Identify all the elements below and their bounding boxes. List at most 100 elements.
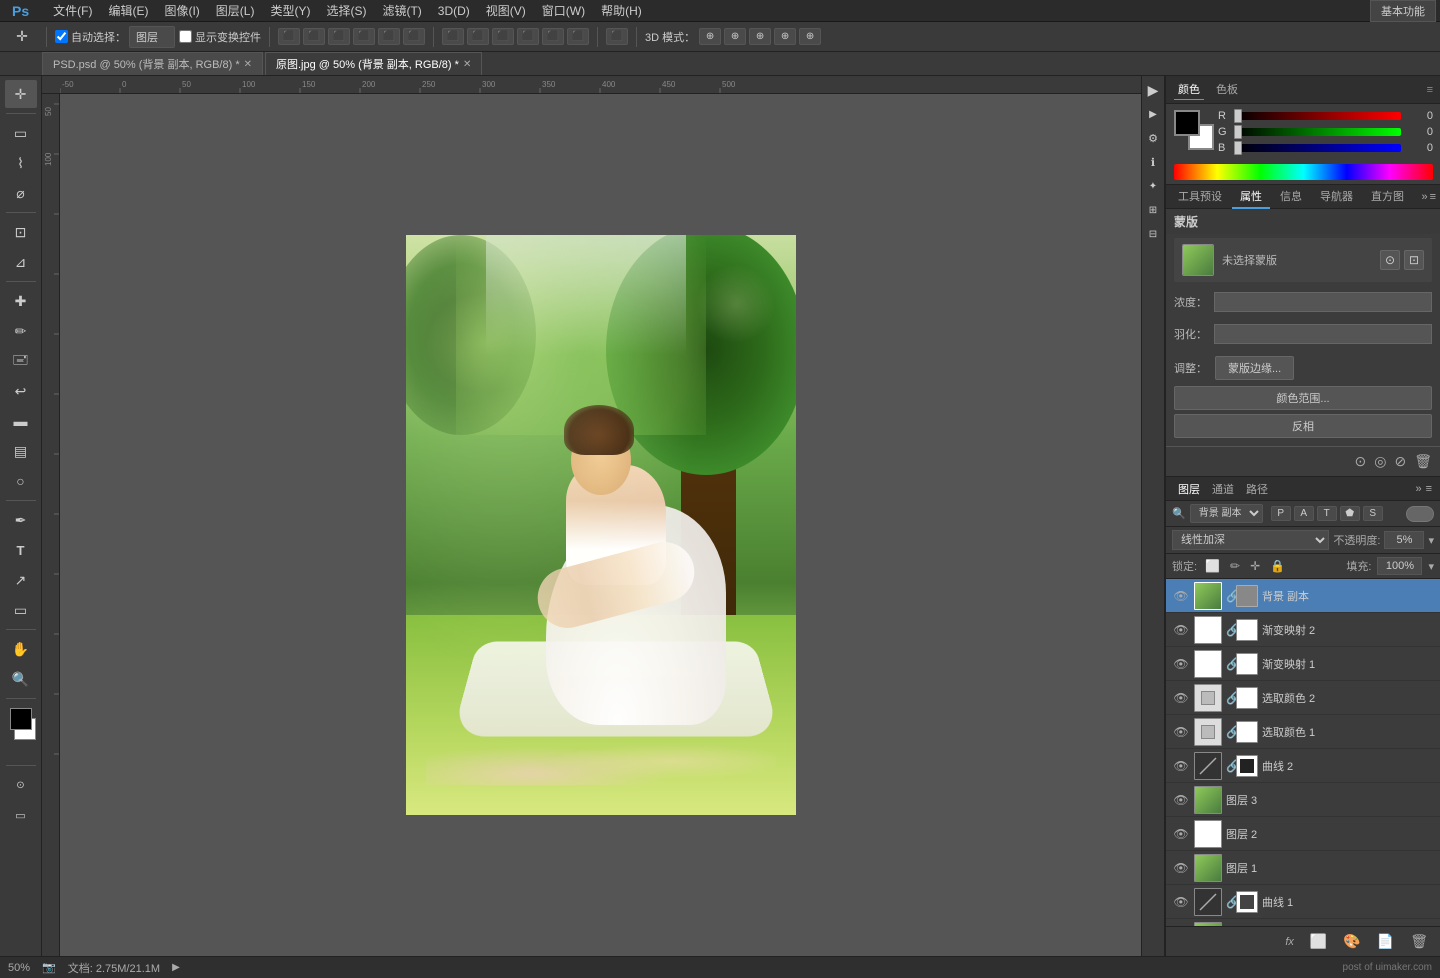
density-input[interactable] <box>1214 292 1432 312</box>
foreground-color[interactable] <box>10 708 32 730</box>
mini-tool-adjust[interactable]: ⊟ <box>1143 224 1163 244</box>
auto-select-checkbox[interactable] <box>55 30 68 43</box>
menu-type[interactable]: 类型(Y) <box>262 0 318 21</box>
3d-btn-3[interactable]: ⊕ <box>749 28 771 45</box>
color-tab-swatches[interactable]: 色板 <box>1212 79 1242 100</box>
pen-tool[interactable]: ✒ <box>5 506 37 534</box>
align-btn-1[interactable]: ⬛ <box>278 28 300 45</box>
menu-filter[interactable]: 滤镜(T) <box>374 0 429 21</box>
healing-tool[interactable]: ✚ <box>5 287 37 315</box>
menu-select[interactable]: 选择(S) <box>318 0 374 21</box>
layer-0-visibility[interactable]: 👁 <box>1172 587 1190 605</box>
layers-expand-btn[interactable]: » <box>1415 483 1421 495</box>
layer-row[interactable]: 👁 🔗 选取颜色 2 <box>1166 681 1440 715</box>
layer-row[interactable]: 👁 🔗 背景 副本 <box>1166 579 1440 613</box>
mask-eye-btn[interactable]: ◎ <box>1374 453 1386 470</box>
align-btn-4[interactable]: ⬛ <box>353 28 375 45</box>
eyedropper-tool[interactable]: ⊿ <box>5 248 37 276</box>
workspace-preset[interactable]: 基本功能 <box>1370 0 1436 22</box>
filter-adj-btn[interactable]: A <box>1294 506 1314 521</box>
layer-dropdown[interactable]: 图层 <box>129 26 175 48</box>
layer-2-visibility[interactable]: 👁 <box>1172 655 1190 673</box>
menu-image[interactable]: 图像(I) <box>156 0 207 21</box>
layer-row[interactable]: 👁 🔗 渐变映射 1 <box>1166 647 1440 681</box>
lock-pixels-btn[interactable]: ⬜ <box>1203 557 1222 575</box>
quick-mask-btn[interactable]: ⊙ <box>5 771 37 799</box>
mask-delete-btn[interactable]: 🗑 <box>1414 453 1432 470</box>
hand-tool[interactable]: ✋ <box>5 635 37 663</box>
r-slider-thumb[interactable] <box>1234 109 1242 123</box>
move-tool[interactable]: ✛ <box>5 80 37 108</box>
tab-jpg-close[interactable]: ✕ <box>463 59 471 70</box>
tab-attributes[interactable]: 属性 <box>1232 185 1270 209</box>
mask-icon-2[interactable]: ⊡ <box>1404 250 1424 270</box>
layer-row[interactable]: 👁 🔗 选取颜色 1 <box>1166 715 1440 749</box>
filter-smart-btn[interactable]: S <box>1363 506 1383 521</box>
tab-psd-close[interactable]: ✕ <box>244 59 252 70</box>
mini-tool-gear[interactable]: ⚙ <box>1143 128 1163 148</box>
align-btn-2[interactable]: ⬛ <box>303 28 325 45</box>
dodge-tool[interactable]: ○ <box>5 467 37 495</box>
tab-psd[interactable]: PSD.psd @ 50% (背景 副本, RGB/8) * ✕ <box>42 52 263 75</box>
extra-btn-1[interactable]: ⬛ <box>606 28 628 45</box>
menu-file[interactable]: 文件(F) <box>45 0 100 21</box>
dist-btn-3[interactable]: ⬛ <box>492 28 514 45</box>
lock-position-btn[interactable]: ✛ <box>1248 557 1262 575</box>
dist-btn-5[interactable]: ⬛ <box>542 28 564 45</box>
brush-tool[interactable]: ✏ <box>5 317 37 345</box>
g-slider-thumb[interactable] <box>1234 125 1242 139</box>
feather-input[interactable] <box>1214 324 1432 344</box>
b-slider-thumb[interactable] <box>1234 141 1242 155</box>
layer-9-visibility[interactable]: 👁 <box>1172 893 1190 911</box>
layer-6-visibility[interactable]: 👁 <box>1172 791 1190 809</box>
expand-panel-btn[interactable]: » <box>1421 191 1427 203</box>
layers-new-btn[interactable]: 📄 <box>1373 931 1398 952</box>
color-range-btn[interactable]: 颜色范围... <box>1174 386 1432 410</box>
clone-stamp-tool[interactable]: 🖃 <box>5 347 37 375</box>
fill-input[interactable]: 100% <box>1377 557 1422 575</box>
mini-tool-3d[interactable]: ✦ <box>1143 176 1163 196</box>
menu-3d[interactable]: 3D(D) <box>430 2 478 20</box>
layer-8-visibility[interactable]: 👁 <box>1172 859 1190 877</box>
color-spectrum-bar[interactable] <box>1174 164 1433 180</box>
align-btn-3[interactable]: ⬛ <box>328 28 350 45</box>
blend-mode-select[interactable]: 线性加深 <box>1172 530 1329 550</box>
mini-tool-1[interactable]: ▶ <box>1143 80 1163 100</box>
path-select-tool[interactable]: ↗ <box>5 566 37 594</box>
mini-tool-2[interactable]: ▶ <box>1143 104 1163 124</box>
photo-canvas[interactable] <box>60 94 1141 956</box>
layers-tab-channels[interactable]: 通道 <box>1208 479 1238 499</box>
lock-all-btn[interactable]: 🔒 <box>1268 557 1287 575</box>
move-tool-icon[interactable]: ✛ <box>6 23 38 51</box>
history-brush-tool[interactable]: ↩ <box>5 377 37 405</box>
mask-apply-btn[interactable]: ⊙ <box>1355 453 1367 470</box>
tab-tool-preset[interactable]: 工具预设 <box>1170 185 1230 209</box>
layers-delete-btn[interactable]: 🗑 <box>1406 931 1432 952</box>
layers-mask-btn[interactable]: ⬜ <box>1306 931 1331 952</box>
layer-row[interactable]: 👁 图层 3 <box>1166 783 1440 817</box>
dist-btn-6[interactable]: ⬛ <box>567 28 589 45</box>
filter-type-select[interactable]: 背景 副本 <box>1190 504 1263 523</box>
show-transform-checkbox[interactable] <box>179 30 192 43</box>
mask-layer-row[interactable]: 未选择蒙版 ⊙ ⊡ <box>1174 238 1432 282</box>
tab-histogram[interactable]: 直方图 <box>1363 185 1412 209</box>
menu-window[interactable]: 窗口(W) <box>534 0 593 21</box>
layers-adj-btn[interactable]: 🎨 <box>1339 931 1364 952</box>
layer-row[interactable]: 👁 🔗 曲线 1 <box>1166 885 1440 919</box>
menu-edit[interactable]: 编辑(E) <box>100 0 156 21</box>
layer-row[interactable]: 👁 🔗 曲线 2 <box>1166 749 1440 783</box>
tab-info[interactable]: 信息 <box>1272 185 1310 209</box>
mask-unlink-btn[interactable]: ⊘ <box>1394 453 1406 470</box>
invert-btn[interactable]: 反相 <box>1174 414 1432 438</box>
lock-paint-btn[interactable]: ✏ <box>1228 557 1242 575</box>
gradient-tool[interactable]: ▤ <box>5 437 37 465</box>
align-btn-5[interactable]: ⬛ <box>378 28 400 45</box>
layer-row[interactable]: 👁 背景 拷贝 <box>1166 919 1440 926</box>
opacity-input[interactable]: 5% <box>1384 531 1424 549</box>
mini-tool-grid[interactable]: ⊞ <box>1143 200 1163 220</box>
layer-5-visibility[interactable]: 👁 <box>1172 757 1190 775</box>
3d-btn-4[interactable]: ⊕ <box>774 28 796 45</box>
layer-row[interactable]: 👁 🔗 渐变映射 2 <box>1166 613 1440 647</box>
layers-menu-btn[interactable]: ≡ <box>1426 483 1432 495</box>
status-arrow[interactable]: ▶ <box>172 962 180 973</box>
